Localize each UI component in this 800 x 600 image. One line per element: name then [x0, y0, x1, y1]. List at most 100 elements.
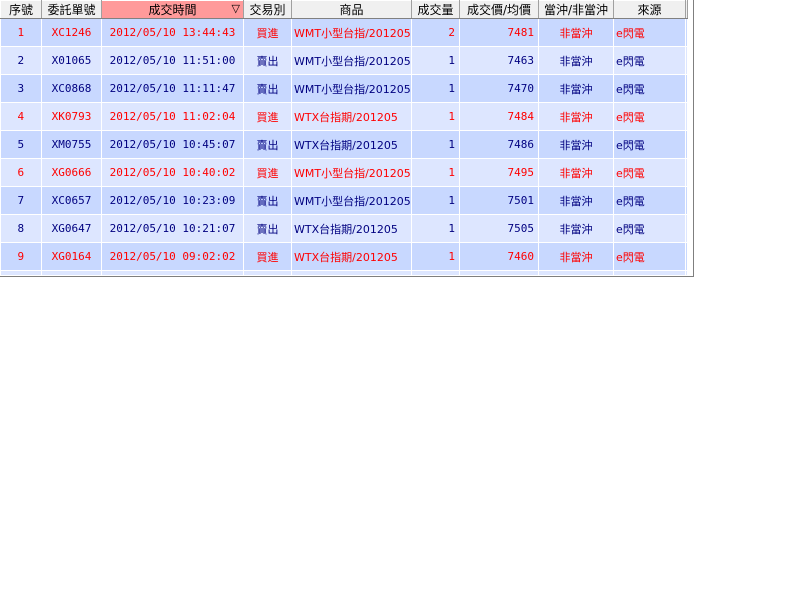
cell-empty — [0, 270, 42, 276]
cell-offset: 非當沖 — [538, 102, 614, 131]
cell-source: e閃電 — [613, 102, 686, 131]
cell-side: 賣出 — [243, 130, 292, 159]
cell-trade-time: 2012/05/10 10:45:07 — [101, 130, 244, 159]
cell-qty: 1 — [411, 46, 460, 75]
cell-side: 買進 — [243, 102, 292, 131]
cell-product: WMT小型台指/201205 — [291, 74, 412, 103]
column-header-qty-label: 成交量 — [417, 3, 454, 17]
column-header-source-label: 來源 — [637, 3, 662, 17]
cell-side: 賣出 — [243, 46, 292, 75]
cell-source: e閃電 — [613, 158, 686, 187]
cell-price: 7486 — [459, 130, 539, 159]
cell-product: WMT小型台指/201205 — [291, 18, 412, 47]
cell-order-no: X01065 — [41, 46, 102, 75]
trade-records-body: 1 XC1246 2012/05/10 13:44:43 買進 WMT小型台指/… — [0, 18, 688, 276]
cell-offset: 非當沖 — [538, 158, 614, 187]
table-row[interactable]: 9 XG0164 2012/05/10 09:02:02 買進 WTX台指期/2… — [0, 242, 688, 271]
cell-order-no: XG0647 — [41, 214, 102, 243]
cell-order-no: XG0164 — [41, 242, 102, 271]
cell-source: e閃電 — [613, 18, 686, 47]
cell-seq: 6 — [0, 158, 42, 187]
column-header-qty[interactable]: 成交量 — [411, 0, 460, 19]
cell-qty: 1 — [411, 102, 460, 131]
cell-seq: 1 — [0, 18, 42, 47]
table-row[interactable]: 4 XK0793 2012/05/10 11:02:04 買進 WTX台指期/2… — [0, 102, 688, 131]
cell-order-no: XM0755 — [41, 130, 102, 159]
cell-trade-time: 2012/05/10 10:23:09 — [101, 186, 244, 215]
cell-empty — [411, 270, 460, 276]
cell-order-no: XC1246 — [41, 18, 102, 47]
cell-seq: 5 — [0, 130, 42, 159]
cell-product: WMT小型台指/201205 — [291, 46, 412, 75]
column-header-seq[interactable]: 序號 — [0, 0, 42, 19]
table-row[interactable]: 6 XG0666 2012/05/10 10:40:02 買進 WMT小型台指/… — [0, 158, 688, 187]
cell-price: 7484 — [459, 102, 539, 131]
column-header-offset-label: 當沖/非當沖 — [543, 3, 609, 17]
cell-qty: 1 — [411, 74, 460, 103]
cell-qty: 1 — [411, 242, 460, 271]
cell-price: 7463 — [459, 46, 539, 75]
cell-filler — [685, 74, 688, 103]
cell-order-no: XK0793 — [41, 102, 102, 131]
cell-side: 賣出 — [243, 186, 292, 215]
column-header-seq-label: 序號 — [8, 3, 33, 17]
table-row[interactable]: 1 XC1246 2012/05/10 13:44:43 買進 WMT小型台指/… — [0, 18, 688, 47]
column-header-order-no-label: 委託單號 — [47, 3, 96, 17]
trade-records-table: 序號 委託單號 成交時間 ▽ 交易別 商品 成交量 成交價/均價 當沖/非當沖 來… — [0, 0, 688, 276]
cell-empty — [538, 270, 614, 276]
cell-side: 買進 — [243, 242, 292, 271]
cell-product: WMT小型台指/201205 — [291, 186, 412, 215]
table-row[interactable]: 5 XM0755 2012/05/10 10:45:07 賣出 WTX台指期/2… — [0, 130, 688, 159]
cell-source: e閃電 — [613, 214, 686, 243]
cell-order-no: XC0868 — [41, 74, 102, 103]
cell-filler — [685, 186, 688, 215]
table-row[interactable]: 8 XG0647 2012/05/10 10:21:07 賣出 WTX台指期/2… — [0, 214, 688, 243]
cell-offset: 非當沖 — [538, 130, 614, 159]
table-row[interactable]: 3 XC0868 2012/05/10 11:11:47 賣出 WMT小型台指/… — [0, 74, 688, 103]
cell-seq: 9 — [0, 242, 42, 271]
cell-product: WTX台指期/201205 — [291, 102, 412, 131]
column-header-trade-time[interactable]: 成交時間 ▽ — [101, 0, 244, 19]
cell-trade-time: 2012/05/10 11:02:04 — [101, 102, 244, 131]
column-header-product-label: 商品 — [339, 3, 364, 17]
cell-seq: 7 — [0, 186, 42, 215]
cell-source: e閃電 — [613, 186, 686, 215]
cell-side: 賣出 — [243, 214, 292, 243]
cell-empty — [459, 270, 539, 276]
cell-trade-time: 2012/05/10 11:51:00 — [101, 46, 244, 75]
cell-price: 7501 — [459, 186, 539, 215]
cell-empty — [685, 270, 688, 276]
column-header-offset[interactable]: 當沖/非當沖 — [538, 0, 614, 19]
cell-filler — [685, 214, 688, 243]
cell-price: 7481 — [459, 18, 539, 47]
cell-price: 7470 — [459, 74, 539, 103]
cell-seq: 3 — [0, 74, 42, 103]
trade-records-grid[interactable]: 序號 委託單號 成交時間 ▽ 交易別 商品 成交量 成交價/均價 當沖/非當沖 來… — [0, 0, 694, 277]
column-header-product[interactable]: 商品 — [291, 0, 412, 19]
cell-order-no: XC0657 — [41, 186, 102, 215]
cell-empty — [101, 270, 244, 276]
column-header-side[interactable]: 交易別 — [243, 0, 292, 19]
cell-filler — [685, 18, 688, 47]
cell-seq: 8 — [0, 214, 42, 243]
cell-offset: 非當沖 — [538, 214, 614, 243]
cell-filler — [685, 242, 688, 271]
table-row[interactable]: 2 X01065 2012/05/10 11:51:00 賣出 WMT小型台指/… — [0, 46, 688, 75]
sort-descending-icon: ▽ — [231, 2, 240, 15]
cell-trade-time: 2012/05/10 13:44:43 — [101, 18, 244, 47]
cell-product: WTX台指期/201205 — [291, 130, 412, 159]
cell-trade-time: 2012/05/10 10:21:07 — [101, 214, 244, 243]
cell-source: e閃電 — [613, 46, 686, 75]
cell-filler — [685, 130, 688, 159]
cell-filler — [685, 46, 688, 75]
cell-side: 買進 — [243, 158, 292, 187]
column-header-source[interactable]: 來源 — [613, 0, 686, 19]
column-header-order-no[interactable]: 委託單號 — [41, 0, 102, 19]
cell-side: 買進 — [243, 18, 292, 47]
cell-source: e閃電 — [613, 74, 686, 103]
cell-source: e閃電 — [613, 242, 686, 271]
cell-empty — [291, 270, 412, 276]
cell-seq: 2 — [0, 46, 42, 75]
column-header-price[interactable]: 成交價/均價 — [459, 0, 539, 19]
table-row[interactable]: 7 XC0657 2012/05/10 10:23:09 賣出 WMT小型台指/… — [0, 186, 688, 215]
